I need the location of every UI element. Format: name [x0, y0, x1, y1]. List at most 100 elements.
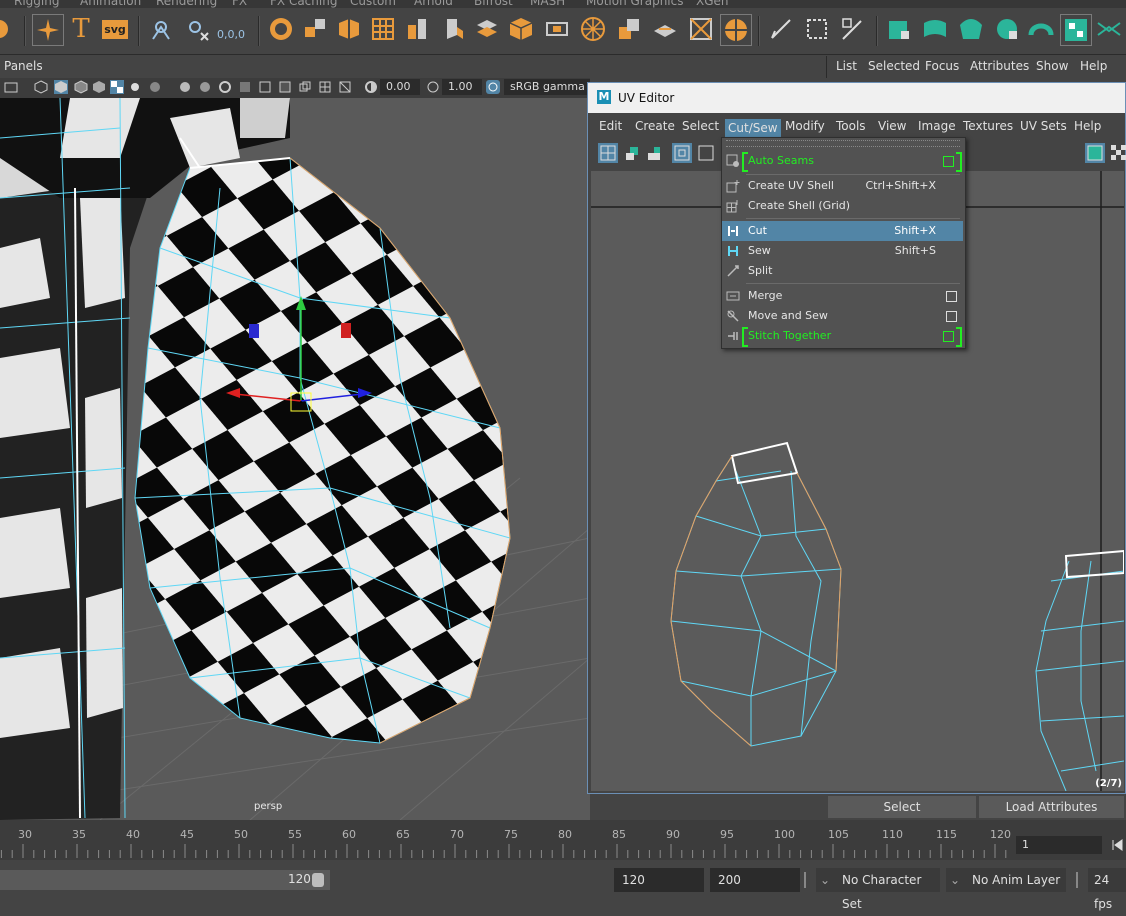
isolate-icon[interactable]: [238, 80, 252, 94]
tearoff-handle[interactable]: [726, 140, 960, 147]
lights-icon[interactable]: [128, 80, 142, 94]
help-menu[interactable]: Help: [1080, 59, 1107, 73]
menu-auto-seams[interactable]: Auto Seams: [722, 151, 963, 172]
uv-menu-edit[interactable]: Edit: [599, 119, 622, 133]
grid-toggle-icon[interactable]: [318, 80, 332, 94]
bevel-icon[interactable]: [542, 14, 572, 44]
load-attributes-button[interactable]: Load Attributes: [979, 796, 1124, 818]
default-material-icon[interactable]: [92, 80, 106, 94]
textured-icon[interactable]: [110, 80, 124, 94]
auto-seams-options-box[interactable]: [943, 156, 954, 167]
crease-icon[interactable]: [802, 14, 832, 44]
slide-edge-icon[interactable]: [650, 14, 680, 44]
uv-checker-display-icon[interactable]: [1109, 143, 1126, 163]
ao-icon[interactable]: [178, 80, 192, 94]
shelf-tab[interactable]: Animation: [80, 0, 141, 8]
paint-icon[interactable]: [766, 14, 796, 44]
uv-grid-icon[interactable]: [672, 143, 692, 163]
snap-coords-icon[interactable]: 0,0,0: [216, 14, 246, 44]
gamma-icon[interactable]: [426, 80, 440, 94]
cube-icon[interactable]: [506, 14, 536, 44]
extract-icon[interactable]: [334, 14, 364, 44]
menu-stitch-together[interactable]: Stitch Together: [722, 326, 963, 347]
uv-menu-cutsew[interactable]: Cut/Sew: [725, 119, 781, 137]
exposure-field[interactable]: 0.00: [380, 79, 420, 95]
range-slider[interactable]: 120: [0, 870, 330, 890]
time-slider[interactable]: 30 35 40 45 50 55 60 65 70 75 80 85 90 9…: [0, 820, 1126, 860]
uv-sphere-icon[interactable]: [992, 14, 1022, 44]
uv-layout-icon[interactable]: [720, 14, 752, 46]
uv-menu-modify[interactable]: Modify: [785, 119, 825, 133]
animation-end-field[interactable]: 200: [710, 868, 800, 892]
uv-toolkit-icon[interactable]: [622, 143, 642, 163]
uv-menu-image[interactable]: Image: [918, 119, 956, 133]
combine-icon[interactable]: [266, 14, 296, 44]
extrude-icon[interactable]: [438, 14, 468, 44]
panels-menu[interactable]: Panels: [4, 59, 43, 73]
uv-shell-icon[interactable]: [884, 14, 914, 44]
color-management-icon[interactable]: [486, 80, 500, 94]
shelf-tab[interactable]: Bifrost: [474, 0, 513, 8]
target-weld-icon[interactable]: [614, 14, 644, 44]
uv-snap-icon[interactable]: [696, 143, 716, 163]
uv-cylinder-icon[interactable]: [956, 14, 986, 44]
gamma-field[interactable]: 1.00: [442, 79, 482, 95]
multicut-icon[interactable]: [578, 14, 608, 44]
attributes-menu[interactable]: Attributes: [970, 59, 1029, 73]
playback-end-field[interactable]: 120: [614, 868, 704, 892]
uv-menu-tools[interactable]: Tools: [836, 119, 866, 133]
current-frame-field[interactable]: 1: [1016, 836, 1102, 854]
xray-joints-icon[interactable]: [278, 80, 292, 94]
selected-menu[interactable]: Selected: [868, 59, 920, 73]
uv-cut-icon[interactable]: [1094, 14, 1124, 44]
shelf-tab[interactable]: XGen: [696, 0, 729, 8]
text-tool-icon[interactable]: T: [66, 14, 96, 44]
smooth-icon[interactable]: [368, 14, 398, 44]
anim-layer-dropdown[interactable]: ⌄ No Anim Layer: [946, 868, 1066, 892]
character-set-dropdown[interactable]: ⌄ No Character Set: [816, 868, 940, 911]
uv-checker-icon[interactable]: [1060, 14, 1092, 46]
menu-create-uv-shell[interactable]: Create UV Shell Ctrl+Shift+X: [722, 176, 963, 196]
connect-icon[interactable]: [686, 14, 716, 44]
shelf-tab[interactable]: Rendering: [156, 0, 217, 8]
show-menu[interactable]: Show: [1036, 59, 1068, 73]
wire-on-shaded-icon[interactable]: [74, 80, 88, 94]
shelf-partial-icon[interactable]: [0, 14, 18, 44]
uv-plane-icon[interactable]: [920, 14, 950, 44]
shelf-tab[interactable]: Arnold: [414, 0, 453, 8]
menu-merge[interactable]: Merge: [722, 286, 963, 306]
go-to-start-icon[interactable]: [1110, 838, 1124, 852]
uv-unfold-icon[interactable]: [1026, 14, 1056, 44]
shelf-tab[interactable]: Rigging: [14, 0, 59, 8]
smooth-shade-icon[interactable]: [54, 80, 68, 94]
sparkle-icon[interactable]: [32, 14, 64, 46]
list-menu[interactable]: List: [836, 59, 857, 73]
range-slider-handle[interactable]: [312, 873, 324, 887]
fps-dropdown[interactable]: 24 fps: [1088, 868, 1126, 911]
shelf-tab[interactable]: FX Caching: [270, 0, 337, 8]
svg-tool-icon[interactable]: svg: [100, 14, 130, 44]
uv-menu-create[interactable]: Create: [635, 119, 675, 133]
antialias-icon[interactable]: [218, 80, 232, 94]
resolution-gate-icon[interactable]: [338, 80, 352, 94]
uv-menu-textures[interactable]: Textures: [963, 119, 1013, 133]
uv-menu-select[interactable]: Select: [682, 119, 719, 133]
exposure-icon[interactable]: [364, 80, 378, 94]
menu-cut[interactable]: Cut Shift+X: [722, 221, 963, 241]
color-space-dropdown[interactable]: sRGB gamma: [504, 79, 590, 95]
uv-shaded-icon[interactable]: [644, 143, 664, 163]
menu-move-and-sew[interactable]: Move and Sew: [722, 306, 963, 326]
xray-components-icon[interactable]: [298, 80, 312, 94]
uv-menu-help[interactable]: Help: [1074, 119, 1101, 133]
focus-menu[interactable]: Focus: [925, 59, 959, 73]
bridge-icon[interactable]: [402, 14, 432, 44]
menu-sew[interactable]: Sew Shift+S: [722, 241, 963, 261]
shelf-tab[interactable]: Motion Graphics: [586, 0, 684, 8]
select-button[interactable]: Select: [828, 796, 976, 818]
uv-editor-titlebar[interactable]: M UV Editor: [588, 83, 1125, 113]
shelf-tab[interactable]: FX: [232, 0, 247, 8]
uv-display-image-icon[interactable]: [1085, 143, 1105, 163]
uv-menu-uvsets[interactable]: UV Sets: [1020, 119, 1067, 133]
uv-menu-view[interactable]: View: [878, 119, 906, 133]
perspective-viewport[interactable]: persp: [0, 98, 590, 820]
